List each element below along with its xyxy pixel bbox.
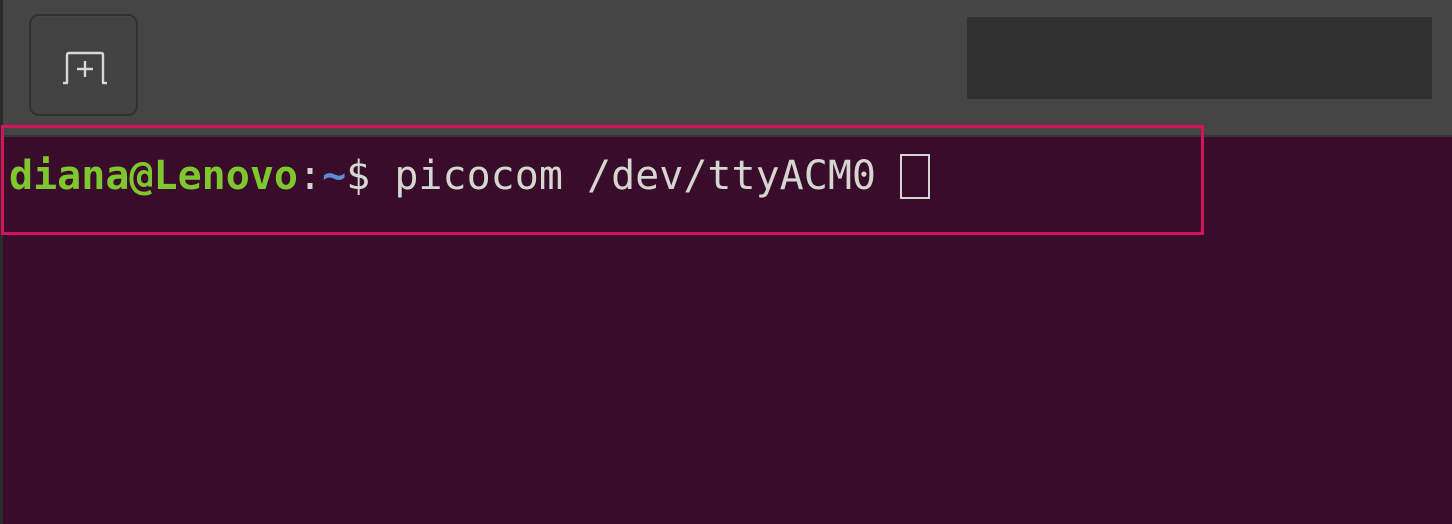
title-area: [967, 17, 1432, 99]
new-tab-icon: [63, 51, 107, 85]
prompt-path: ~: [322, 153, 347, 199]
command-line[interactable]: diana@Lenovo:~$ picocom /dev/ttyACM0: [9, 151, 930, 201]
prompt-user-host: diana@Lenovo: [9, 153, 298, 199]
prompt-colon: :: [297, 153, 323, 199]
text-cursor: [900, 154, 930, 199]
terminal-window: diana@Lenovo:~$ picocom /dev/ttyACM0: [0, 0, 1452, 524]
header-bar: [3, 0, 1452, 137]
new-tab-button[interactable]: [29, 14, 138, 116]
command-text: picocom /dev/ttyACM0: [370, 153, 876, 199]
prompt-dollar: $: [346, 153, 371, 199]
